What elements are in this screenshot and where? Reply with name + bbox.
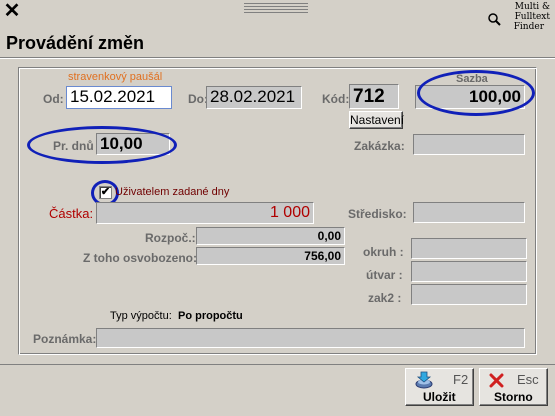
castka-value: 1 000 [269, 204, 310, 221]
ulozit-button[interactable]: F2 Uložit [405, 368, 474, 406]
bottom-divider [0, 364, 555, 365]
annotation-oval [27, 126, 177, 164]
rozpoc-label: Rozpoč.: [145, 231, 196, 245]
divider-highlight [0, 58, 555, 59]
zak2-field[interactable] [411, 284, 527, 305]
nastaveni-button[interactable]: Nastavení [349, 111, 404, 129]
annotation-oval [417, 70, 535, 116]
typ-vypoctu-value: Po propočtu [178, 310, 243, 322]
magnifier-icon[interactable] [487, 12, 501, 26]
zak2-label: zak2 : [368, 291, 402, 305]
utvar-label: útvar : [366, 268, 403, 282]
storno-label: Storno [494, 390, 533, 404]
okruh-field[interactable] [411, 238, 527, 259]
okruh-label: okruh : [363, 245, 404, 259]
storno-button[interactable]: Esc Storno [479, 368, 548, 406]
user-days-label: Uživatelem zadané dny [115, 186, 230, 198]
od-field[interactable]: 15.02.2021 [66, 86, 172, 109]
poznamka-field[interactable] [96, 328, 525, 348]
utvar-field[interactable] [411, 261, 527, 282]
castka-field[interactable]: 1 000 [96, 202, 314, 224]
osvobozeno-field[interactable]: 756,00 [196, 247, 345, 265]
storno-shortcut: Esc [517, 372, 539, 387]
osvobozeno-value: 756,00 [304, 249, 341, 263]
typ-vypoctu-label: Typ výpočtu: [110, 310, 172, 322]
stravenkovy-label: stravenkový paušál [68, 71, 163, 83]
stredisko-field[interactable] [413, 202, 525, 223]
cancel-x-icon [489, 373, 504, 388]
kod-label: Kód: [322, 92, 350, 106]
od-value: 15.02.2021 [70, 87, 156, 106]
poznamka-label: Poznámka: [33, 332, 97, 346]
kod-field[interactable]: 712 [349, 84, 399, 109]
do-field[interactable]: 28.02.2021 [206, 86, 302, 109]
do-label: Do: [188, 92, 208, 106]
osvobozeno-label: Z toho osvobozeno: [83, 251, 197, 265]
ulozit-shortcut: F2 [453, 372, 469, 387]
stredisko-label: Středisko: [348, 207, 407, 221]
page-title: Provádění změn [6, 33, 145, 53]
castka-label: Částka: [49, 206, 94, 221]
rozpoc-field[interactable]: 0,00 [196, 227, 345, 245]
do-value: 28.02.2021 [210, 87, 296, 106]
drag-handle[interactable] [244, 3, 308, 15]
close-icon[interactable]: ✕ [3, 1, 21, 21]
ulozit-label: Uložit [423, 390, 456, 404]
save-download-icon [415, 371, 433, 389]
zakazka-label: Zakázka: [354, 139, 405, 153]
zakazka-field[interactable] [413, 134, 525, 155]
kod-value: 712 [353, 86, 385, 107]
rozpoc-value: 0,00 [317, 229, 341, 243]
od-label: Od: [43, 92, 64, 106]
